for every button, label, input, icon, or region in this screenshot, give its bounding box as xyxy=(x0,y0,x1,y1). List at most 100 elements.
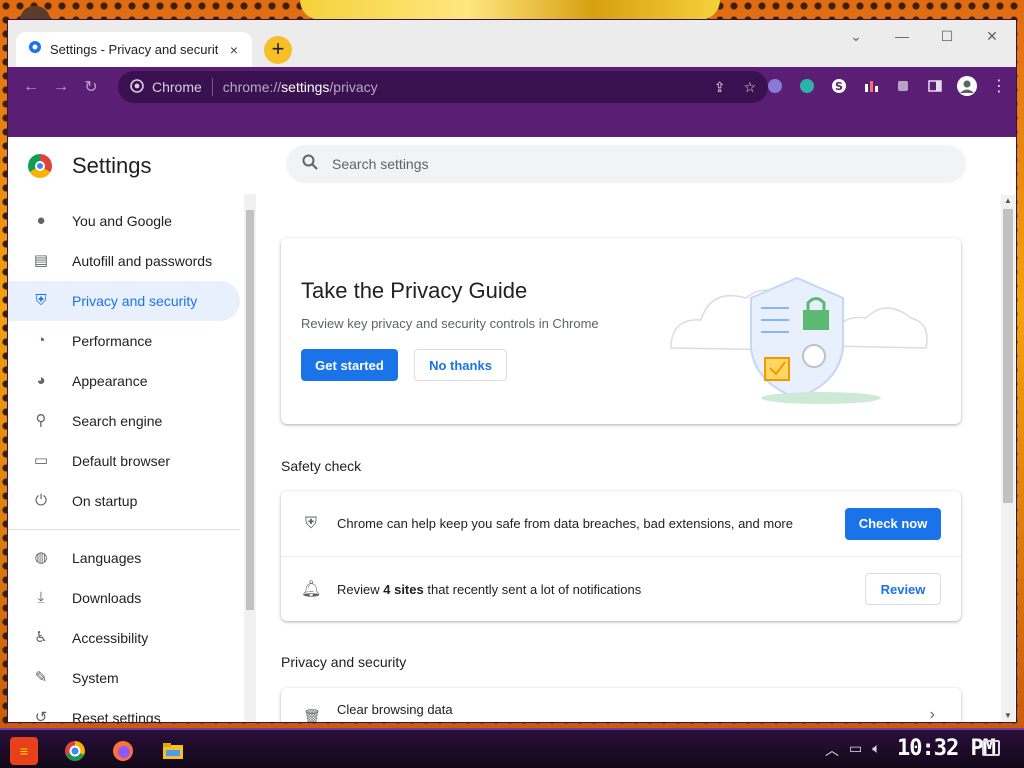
close-window-icon[interactable]: ✕ xyxy=(976,24,1008,48)
stats-extension-icon[interactable] xyxy=(860,75,882,97)
tab-settings[interactable]: Settings - Privacy and security × xyxy=(16,32,252,67)
puzzle-extension-icon[interactable] xyxy=(892,75,914,97)
safety-check-heading: Safety check xyxy=(281,458,362,474)
sidebar-item-you-and-google[interactable]: ● You and Google xyxy=(8,201,240,241)
notification-review-row: 🔔︎ Review 4 sites that recently sent a l… xyxy=(281,556,961,621)
omnibox-divider xyxy=(211,78,213,96)
shield-icon: ⛨ xyxy=(35,292,47,309)
settings-sidebar: Settings ● You and Google ▤ Autofill and p… xyxy=(8,137,256,722)
sidebar-item-accessibility[interactable]: ♿ Accessibility xyxy=(8,618,240,658)
person-icon: ● xyxy=(36,212,46,229)
search-icon xyxy=(302,154,318,175)
shield-extension-icon[interactable] xyxy=(764,75,786,97)
search-input[interactable]: Search settings xyxy=(332,156,429,172)
svg-text:S: S xyxy=(835,80,843,93)
sidebar-scroll-thumb[interactable] xyxy=(246,210,254,610)
sidebar-item-autofill[interactable]: ▤ Autofill and passwords xyxy=(8,241,240,281)
s-extension-icon[interactable]: S xyxy=(828,75,850,97)
privacy-guide-illustration xyxy=(670,276,928,404)
chevron-right-icon: › xyxy=(929,706,935,722)
bookmark-star-icon[interactable]: ☆ xyxy=(743,79,756,96)
sidebar-item-appearance[interactable]: ◕ Appearance xyxy=(8,361,240,401)
chrome-logo-icon xyxy=(28,154,52,178)
main-scrollbar[interactable]: ▲ ▼ xyxy=(1001,195,1015,722)
network-icon[interactable]: ▭ xyxy=(849,740,862,760)
sidebar-divider xyxy=(8,529,240,530)
profile-avatar-icon[interactable] xyxy=(956,75,978,97)
start-button[interactable]: ≡ xyxy=(10,737,38,765)
globe-icon: ◍ xyxy=(34,549,48,566)
review-button[interactable]: Review xyxy=(865,573,941,605)
chrome-taskbar-icon[interactable] xyxy=(62,738,88,764)
sidebar-item-languages[interactable]: ◍ Languages xyxy=(8,538,240,578)
bell-icon: 🔔︎ xyxy=(301,581,322,598)
sidebar-item-reset[interactable]: ↺ Reset settings xyxy=(8,698,240,722)
settings-search[interactable]: Search settings xyxy=(286,145,966,183)
sidebar-item-default-browser[interactable]: ▭ Default browser xyxy=(8,441,240,481)
privacy-guide-card: Take the Privacy Guide Review key privac… xyxy=(281,238,961,424)
settings-nav: ● You and Google ▤ Autofill and passwords … xyxy=(8,201,248,722)
safety-check-text: Chrome can help keep you safe from data … xyxy=(337,516,793,531)
sidebar-item-privacy[interactable]: ⛨ Privacy and security xyxy=(8,281,240,321)
search-icon: ⚲ xyxy=(35,412,47,429)
tracker-extension-icon[interactable] xyxy=(796,75,818,97)
side-panel-icon[interactable] xyxy=(924,75,946,97)
check-now-button[interactable]: Check now xyxy=(845,507,941,540)
minimize-icon[interactable]: — xyxy=(886,24,918,48)
desktop-avatar xyxy=(20,6,50,20)
maximize-icon[interactable]: ☐ xyxy=(931,24,963,48)
file-explorer-taskbar-icon[interactable] xyxy=(160,738,186,764)
gauge-icon: ◔ xyxy=(36,332,46,349)
settings-brand: Settings xyxy=(28,153,152,179)
sidebar-item-search-engine[interactable]: ⚲ Search engine xyxy=(8,401,240,441)
scroll-down-icon[interactable]: ▼ xyxy=(1001,710,1015,722)
accessibility-icon: ♿ xyxy=(34,629,48,646)
clipboard-icon: ▤ xyxy=(33,252,49,269)
volume-icon[interactable]: 🔈︎ xyxy=(872,740,880,760)
chevron-up-icon[interactable]: ︿ xyxy=(825,740,839,760)
wrench-icon: ✎ xyxy=(34,669,48,686)
get-started-button[interactable]: Get started xyxy=(301,349,398,381)
menu-kebab-icon[interactable]: ⋮ xyxy=(988,75,1010,97)
browser-toolbar: ← → ↻ Chrome chrome://settings/privacy ⇪… xyxy=(8,67,1016,107)
wallpaper-figure xyxy=(300,0,720,20)
shield-check-icon: ⛨ xyxy=(304,514,317,532)
system-tray: ︿ ▭ 🔈︎ xyxy=(825,740,881,760)
extensions-area: S ⋮ xyxy=(764,75,1010,97)
toolbar-band xyxy=(8,107,1016,137)
notification-review-text: Review 4 sites that recently sent a lot … xyxy=(337,581,642,597)
site-label: Chrome xyxy=(152,79,202,95)
safety-check-row: ⛨ Chrome can help keep you safe from dat… xyxy=(281,491,961,556)
reload-icon[interactable]: ↻ xyxy=(76,77,106,97)
tab-search-icon[interactable]: ⌄ xyxy=(840,24,872,48)
main-scroll-thumb[interactable] xyxy=(1003,209,1013,503)
sidebar-item-system[interactable]: ✎ System xyxy=(8,658,240,698)
firefox-taskbar-icon[interactable] xyxy=(110,738,136,764)
page-title: Settings xyxy=(72,153,152,178)
taskbar: ≡ ︿ ▭ 🔈︎ 10:32 PM xyxy=(0,728,1024,768)
back-icon[interactable]: ← xyxy=(16,78,46,96)
forward-icon[interactable]: → xyxy=(46,78,76,96)
privacy-guide-subtitle: Review key privacy and security controls… xyxy=(301,316,599,331)
taskbar-clock[interactable]: 10:32 PM xyxy=(897,736,996,761)
sidebar-scrollbar[interactable] xyxy=(244,194,256,722)
tab-close-icon[interactable]: × xyxy=(226,42,242,58)
chrome-site-icon xyxy=(130,78,144,96)
address-bar[interactable]: Chrome chrome://settings/privacy ⇪ ☆ xyxy=(118,71,768,103)
sidebar-item-performance[interactable]: ◔ Performance xyxy=(8,321,240,361)
notification-center-icon[interactable] xyxy=(982,740,1000,756)
no-thanks-button[interactable]: No thanks xyxy=(414,349,507,381)
sidebar-item-on-startup[interactable]: ⏻ On startup xyxy=(8,481,240,521)
title-bar: Settings - Privacy and security × + ⌄ — … xyxy=(8,20,1016,67)
sidebar-item-downloads[interactable]: ⤓ Downloads xyxy=(8,578,240,618)
browser-icon: ▭ xyxy=(33,452,49,469)
new-tab-button[interactable]: + xyxy=(264,36,292,64)
tab-title: Settings - Privacy and security xyxy=(50,42,218,57)
scroll-up-icon[interactable]: ▲ xyxy=(1001,195,1015,207)
share-icon[interactable]: ⇪ xyxy=(714,79,726,96)
palette-icon: ◕ xyxy=(36,372,46,389)
gear-icon xyxy=(28,40,42,59)
clear-browsing-card[interactable]: 🗑︎ Clear browsing data › xyxy=(281,688,961,722)
safety-check-card: ⛨ Chrome can help keep you safe from dat… xyxy=(281,491,961,621)
trash-icon: 🗑︎ xyxy=(303,708,321,722)
